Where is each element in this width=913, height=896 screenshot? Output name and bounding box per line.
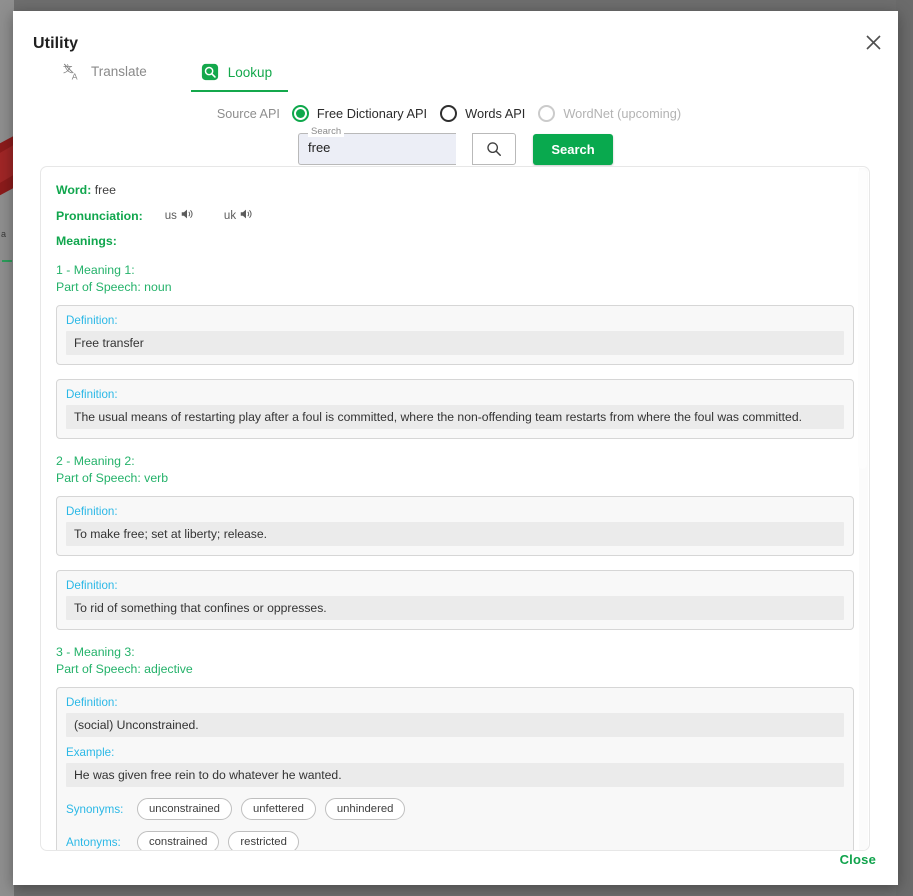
search-legend-label: Search	[308, 127, 345, 137]
word-label: Word:	[56, 183, 92, 197]
definition-card: Definition: To make free; set at liberty;…	[56, 496, 854, 556]
radio-option-words-api[interactable]: Words API	[440, 105, 525, 122]
utility-tabs: 文 A Translate Lookup	[53, 56, 289, 92]
antonym-chip[interactable]: constrained	[137, 831, 220, 850]
example-label: Example:	[66, 746, 115, 759]
audio-label-uk: uk	[223, 209, 237, 222]
source-api-label: Source API	[216, 106, 280, 121]
definition-label: Definition:	[66, 388, 118, 401]
pronunciation-label: Pronunciation:	[56, 208, 143, 223]
synonym-chip[interactable]: unfettered	[240, 798, 316, 820]
part-of-speech: Part of Speech: noun	[56, 279, 172, 294]
part-of-speech: Part of Speech: verb	[56, 470, 169, 485]
radio-wordnet	[538, 105, 556, 122]
example-text: He was given free rein to do whatever he…	[66, 763, 844, 787]
radio-label-free-dictionary-api: Free Dictionary API	[316, 106, 428, 121]
definition-card: Definition: (social) Unconstrained. Exampl…	[56, 687, 854, 850]
tab-translate-label: Translate	[91, 64, 147, 79]
definition-label: Definition:	[66, 505, 118, 518]
antonyms-label: Antonyms:	[66, 835, 121, 849]
lookup-icon	[201, 63, 219, 81]
definition-card: Definition: Free transfer	[56, 305, 854, 365]
definition-text: The usual means of restarting play after…	[66, 405, 844, 429]
background-sidebar	[0, 0, 14, 896]
word-value: free	[94, 183, 116, 197]
search-icon	[487, 142, 501, 156]
search-button[interactable]: Search	[533, 134, 613, 165]
radio-option-free-dictionary-api[interactable]: Free Dictionary API	[291, 105, 428, 122]
radio-words-api[interactable]	[440, 105, 458, 122]
pronunciation-row: Pronunciation: us uk	[56, 207, 854, 224]
definition-card: Definition: The usual means of restarting…	[56, 379, 854, 439]
results-scrollbar-track[interactable]	[858, 168, 868, 850]
speaker-icon	[180, 207, 194, 224]
definition-text: Free transfer	[66, 331, 844, 355]
synonyms-label: Synonyms:	[66, 802, 124, 816]
background-text: a	[1, 229, 7, 239]
meanings-label: Meanings:	[56, 234, 117, 248]
search-icon-button[interactable]	[472, 133, 516, 165]
page-scrollbar-thumb[interactable]	[896, 0, 913, 896]
radio-label-words-api: Words API	[465, 106, 526, 121]
synonym-chip[interactable]: unhindered	[324, 798, 406, 820]
close-button[interactable]: Close	[840, 852, 876, 867]
audio-button-uk[interactable]: uk	[224, 207, 253, 224]
antonym-chip[interactable]: restricted	[228, 831, 299, 850]
meaning-heading: 1 - Meaning 1: Part of Speech: noun	[56, 263, 172, 294]
definition-card: Definition: To rid of something that conf…	[56, 570, 854, 630]
part-of-speech: Part of Speech: adjective	[56, 661, 193, 676]
radio-option-wordnet: WordNet (upcoming)	[538, 105, 681, 122]
lookup-results-card: Word: free Pronunciation: us uk Meanings: 1 -…	[40, 166, 870, 851]
radio-free-dictionary-api[interactable]	[291, 105, 309, 122]
tab-translate[interactable]: 文 A Translate	[53, 56, 163, 92]
source-api-row: Source API Free Dictionary API Words API…	[13, 105, 898, 122]
word-row: Word: free	[56, 183, 854, 197]
tab-lookup[interactable]: Lookup	[190, 57, 289, 92]
translate-icon: 文 A	[63, 62, 82, 81]
tab-lookup-label: Lookup	[227, 64, 273, 80]
speaker-icon	[239, 207, 253, 224]
meaning-heading: 2 - Meaning 2: Part of Speech: verb	[56, 454, 169, 485]
dialog-title: Utility	[33, 35, 79, 52]
definition-label: Definition:	[66, 696, 118, 709]
close-icon[interactable]	[859, 28, 887, 56]
results-scrollbar-thumb[interactable]	[858, 169, 867, 469]
antonyms-row: Antonyms: constrained restricted	[66, 831, 844, 850]
radio-label-wordnet: WordNet (upcoming)	[563, 106, 682, 121]
definition-label: Definition:	[66, 579, 118, 592]
page-scrollbar-track[interactable]	[896, 0, 913, 896]
search-field-wrapper: Search	[298, 127, 456, 165]
search-row: Search Search	[13, 127, 898, 165]
utility-dialog: Utility 文 A Translate Lookup Source API …	[13, 11, 898, 885]
meaning-heading: 3 - Meaning 3: Part of Speech: adjective	[56, 645, 193, 676]
definition-label: Definition:	[66, 314, 118, 327]
synonym-chip[interactable]: unconstrained	[137, 798, 232, 820]
background-accent-line	[2, 260, 12, 262]
audio-label-us: us	[164, 209, 177, 222]
synonyms-row: Synonyms: unconstrained unfettered unhinder…	[66, 798, 844, 820]
definition-text: To rid of something that confines or opp…	[66, 596, 844, 620]
search-input[interactable]	[308, 140, 446, 155]
audio-button-us[interactable]: us	[165, 207, 194, 224]
definition-text: (social) Unconstrained.	[66, 713, 844, 737]
definition-text: To make free; set at liberty; release.	[66, 522, 844, 546]
results-body: Word: free Pronunciation: us uk Meanings: 1 -…	[56, 183, 854, 850]
